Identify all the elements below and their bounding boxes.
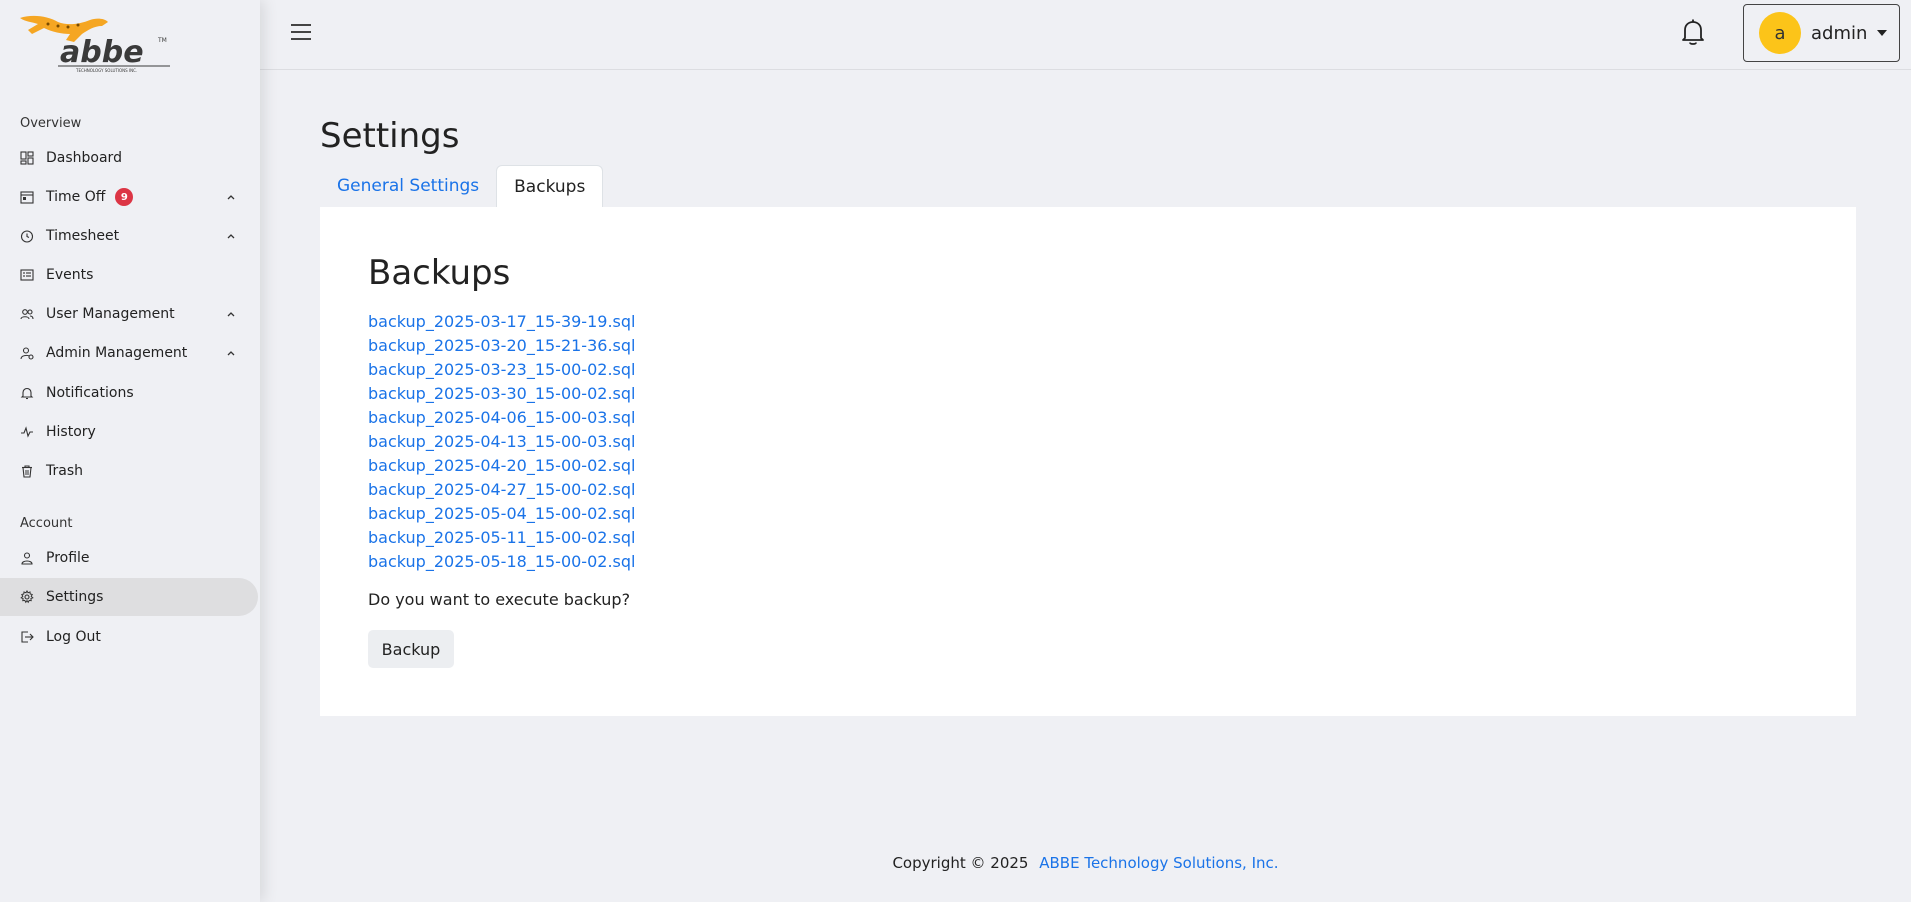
backups-panel: Backups backup_2025-03-17_15-39-19.sql b… (320, 207, 1856, 716)
section-label-overview: Overview (20, 116, 82, 131)
top-bar: a admin (260, 0, 1911, 70)
sidebar-item-log-out[interactable]: Log Out (0, 618, 258, 656)
list-item: backup_2025-05-18_15-00-02.sql (368, 550, 635, 574)
page-title: Settings (320, 116, 460, 156)
sidebar-item-timesheet[interactable]: Timesheet (0, 217, 258, 255)
activity-icon (20, 425, 34, 439)
sidebar-item-notifications[interactable]: Notifications (0, 374, 258, 412)
backup-file-link[interactable]: backup_2025-03-17_15-39-19.sql (368, 312, 635, 331)
user-menu-button[interactable]: a admin (1743, 4, 1900, 62)
list-item: backup_2025-03-17_15-39-19.sql (368, 310, 635, 334)
list-item: backup_2025-05-11_15-00-02.sql (368, 526, 635, 550)
user-name: admin (1811, 22, 1868, 44)
sidebar-item-label: Timesheet (46, 228, 120, 244)
sidebar-item-label: Time Off (46, 189, 106, 205)
backup-question: Do you want to execute backup? (368, 590, 631, 609)
backup-file-link[interactable]: backup_2025-04-20_15-00-02.sql (368, 456, 635, 475)
footer: Copyright © 2025 ABBE Technology Solutio… (260, 854, 1911, 872)
list-item: backup_2025-05-04_15-00-02.sql (368, 502, 635, 526)
sidebar-item-label: Notifications (46, 385, 134, 401)
sidebar-item-label: Trash (46, 463, 83, 479)
company-link[interactable]: ABBE Technology Solutions, Inc. (1039, 854, 1278, 872)
backup-list: backup_2025-03-17_15-39-19.sql backup_20… (368, 310, 635, 574)
sidebar-item-label: Dashboard (46, 150, 122, 166)
backup-file-link[interactable]: backup_2025-04-06_15-00-03.sql (368, 408, 635, 427)
list-item: backup_2025-04-06_15-00-03.sql (368, 406, 635, 430)
sidebar-item-settings[interactable]: Settings (0, 578, 258, 616)
user-icon (20, 551, 34, 565)
notification-bell-icon[interactable] (1680, 18, 1706, 46)
logo-text: abbe (60, 35, 144, 70)
chevron-up-icon (227, 195, 235, 200)
dashboard-icon (20, 151, 34, 165)
sidebar-item-dashboard[interactable]: Dashboard (0, 139, 258, 177)
chevron-up-icon (227, 351, 235, 356)
backup-file-link[interactable]: backup_2025-03-20_15-21-36.sql (368, 336, 635, 355)
backup-file-link[interactable]: backup_2025-03-23_15-00-02.sql (368, 360, 635, 379)
bell-icon (20, 386, 34, 400)
backup-file-link[interactable]: backup_2025-04-13_15-00-03.sql (368, 432, 635, 451)
logo-subtext: TECHNOLOGY SOLUTIONS INC. (75, 68, 137, 73)
sidebar-item-label: Profile (46, 550, 90, 566)
settings-tabs: General Settings Backups (320, 165, 604, 208)
panel-title: Backups (368, 253, 511, 293)
backup-file-link[interactable]: backup_2025-05-04_15-00-02.sql (368, 504, 635, 523)
events-icon (20, 268, 34, 282)
list-item: backup_2025-03-30_15-00-02.sql (368, 382, 635, 406)
sidebar-item-profile[interactable]: Profile (0, 539, 258, 577)
backup-file-link[interactable]: backup_2025-05-18_15-00-02.sql (368, 552, 635, 571)
section-label-account: Account (20, 516, 73, 531)
avatar: a (1759, 12, 1801, 54)
backup-file-link[interactable]: backup_2025-03-30_15-00-02.sql (368, 384, 635, 403)
users-icon (20, 307, 34, 321)
menu-icon[interactable] (290, 22, 312, 42)
logout-icon (20, 630, 34, 644)
admin-icon (20, 346, 34, 360)
list-item: backup_2025-03-23_15-00-02.sql (368, 358, 635, 382)
sidebar-item-time-off[interactable]: Time Off 9 (0, 178, 258, 216)
clock-icon (20, 229, 34, 243)
sidebar-item-history[interactable]: History (0, 413, 258, 451)
sidebar-item-label: Log Out (46, 629, 101, 645)
sidebar-item-label: Admin Management (46, 345, 188, 361)
list-item: backup_2025-04-20_15-00-02.sql (368, 454, 635, 478)
list-item: backup_2025-04-27_15-00-02.sql (368, 478, 635, 502)
copyright-text: Copyright © 2025 (892, 854, 1029, 872)
sidebar-item-user-management[interactable]: User Management (0, 295, 258, 333)
backup-file-link[interactable]: backup_2025-04-27_15-00-02.sql (368, 480, 635, 499)
logo-tm: TM (157, 37, 167, 44)
caret-down-icon (1877, 30, 1888, 36)
list-item: backup_2025-03-20_15-21-36.sql (368, 334, 635, 358)
gear-icon (20, 590, 34, 604)
sidebar-item-label: Settings (46, 589, 104, 605)
backup-file-link[interactable]: backup_2025-05-11_15-00-02.sql (368, 528, 635, 547)
sidebar-item-label: History (46, 424, 96, 440)
sidebar-item-trash[interactable]: Trash (0, 452, 258, 490)
trash-icon (20, 464, 34, 478)
sidebar: abbe TM TECHNOLOGY SOLUTIONS INC. Overvi… (0, 0, 260, 902)
sidebar-item-events[interactable]: Events (0, 256, 258, 294)
sidebar-item-label: User Management (46, 306, 175, 322)
time-off-badge: 9 (115, 188, 134, 206)
list-item: backup_2025-04-13_15-00-03.sql (368, 430, 635, 454)
abbe-logo[interactable]: abbe TM TECHNOLOGY SOLUTIONS INC. (18, 12, 178, 74)
sidebar-item-label: Events (46, 267, 94, 283)
tab-backups[interactable]: Backups (496, 165, 604, 208)
tab-general-settings[interactable]: General Settings (320, 165, 496, 207)
backup-button[interactable]: Backup (368, 630, 454, 668)
calendar-icon (20, 190, 34, 204)
chevron-up-icon (227, 312, 235, 317)
cheetah-logo-icon: abbe TM TECHNOLOGY SOLUTIONS INC. (20, 15, 170, 73)
chevron-up-icon (227, 234, 235, 239)
sidebar-item-admin-management[interactable]: Admin Management (0, 334, 258, 372)
